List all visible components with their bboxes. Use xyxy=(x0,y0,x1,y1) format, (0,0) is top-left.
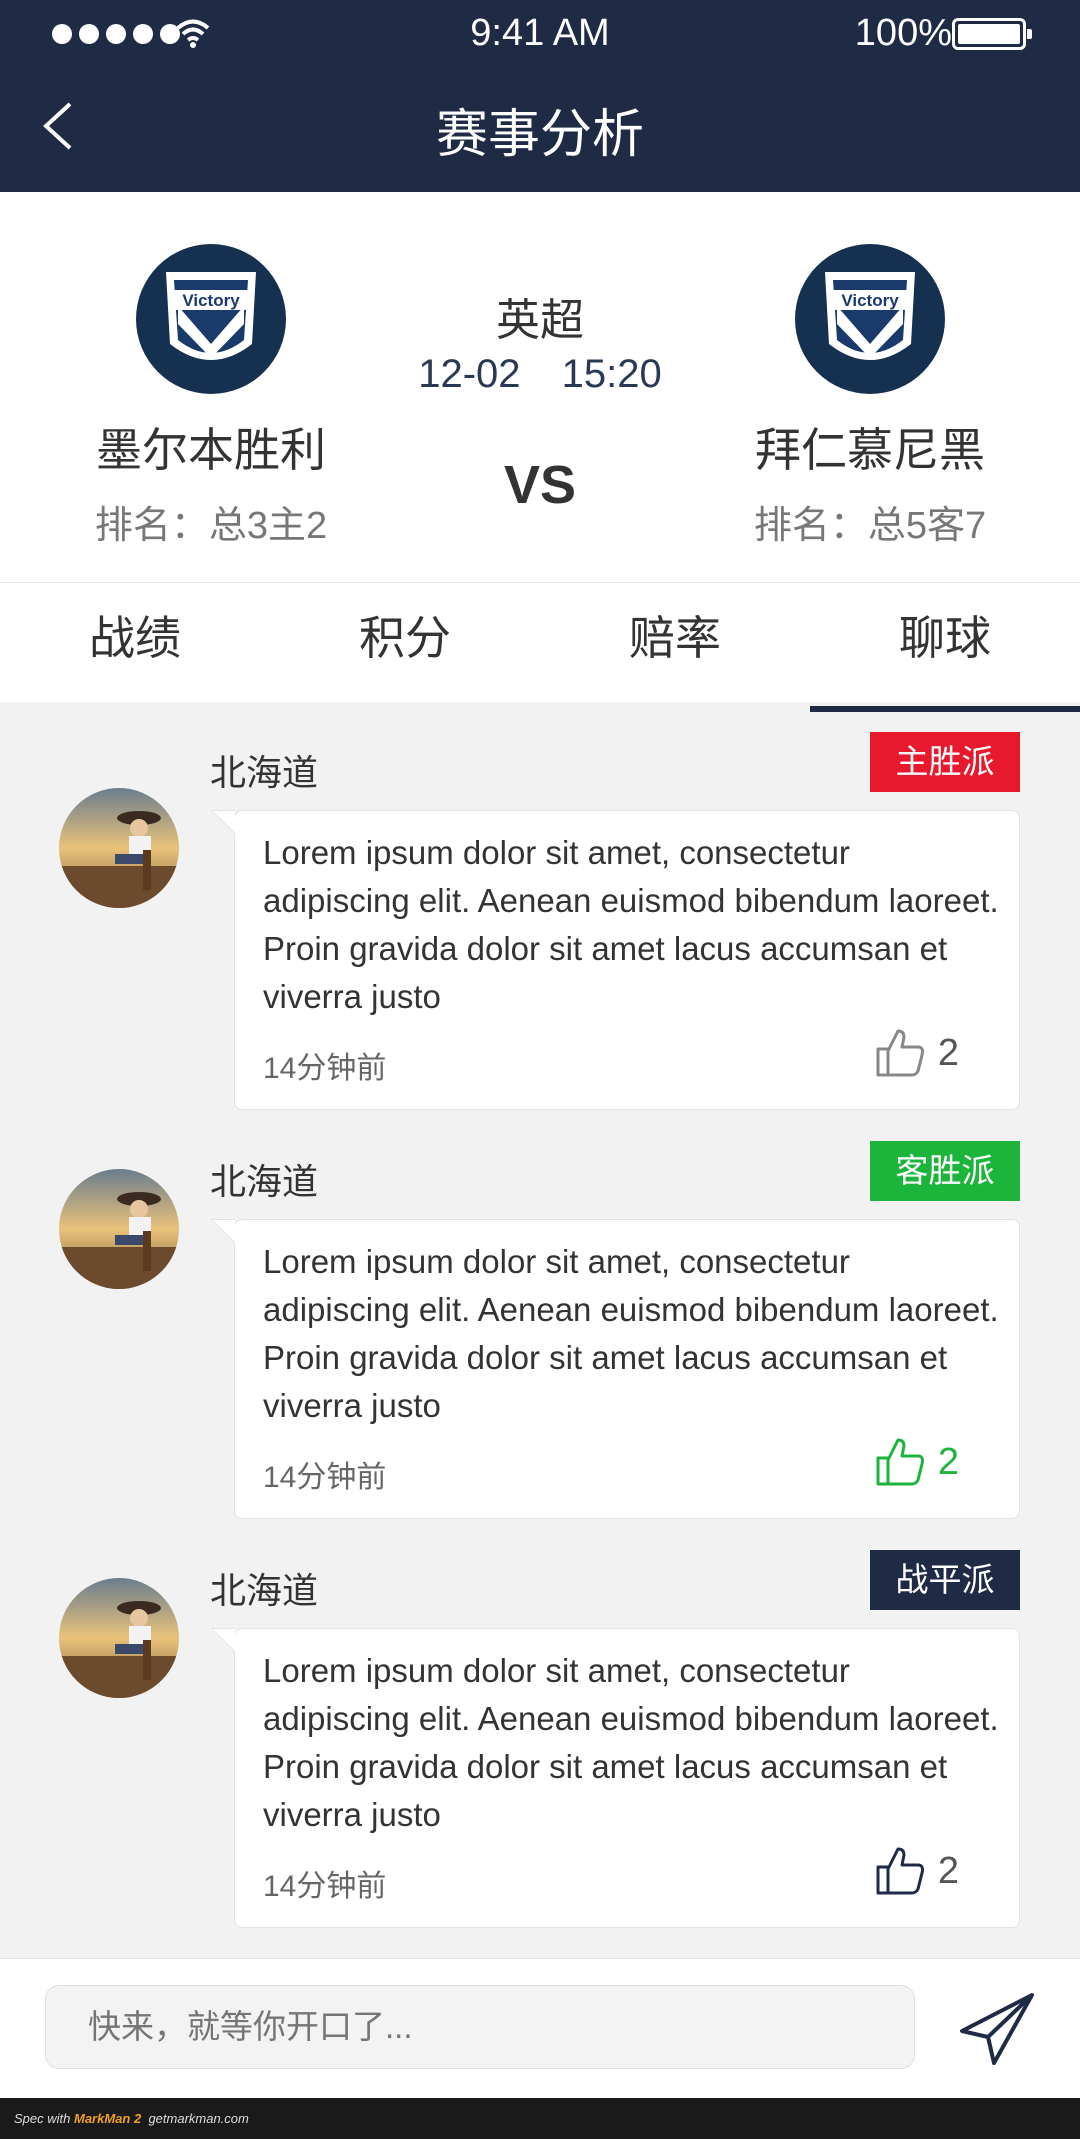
like-count: 2 xyxy=(937,1440,959,1483)
page-title: 赛事分析 xyxy=(435,106,644,164)
battery-icon xyxy=(952,18,1032,50)
prediction-badge: 主胜派 xyxy=(870,732,1020,792)
username[interactable]: 北海道 xyxy=(210,744,318,796)
list-item: 北海道 主胜派 Lorem ipsum dolor sit amet, cons… xyxy=(0,732,1080,1132)
comment-bubble: Lorem ipsum dolor sit amet, consectetur … xyxy=(211,1628,1020,1928)
comment-text: Lorem ipsum dolor sit amet, consectetur … xyxy=(263,1243,999,1424)
prediction-badge: 战平派 xyxy=(870,1550,1020,1610)
like-button[interactable]: 2 xyxy=(874,1436,959,1488)
thumbs-up-icon xyxy=(876,1029,924,1077)
comment-text: Lorem ipsum dolor sit amet, consectetur … xyxy=(263,834,999,1015)
footer-prefix: Spec with xyxy=(14,2111,71,2126)
analysis-tabs: 战绩 积分 赔率 聊球 xyxy=(0,582,1080,712)
comment-time: 14分钟前 xyxy=(263,1052,387,1085)
markman-footer: Spec with MarkMan 2 getmarkman.com xyxy=(0,2098,1080,2139)
away-team-name: 拜仁慕尼黑 xyxy=(755,424,985,476)
thumbs-up-icon xyxy=(876,1847,924,1895)
like-count: 2 xyxy=(937,1849,959,1892)
away-team-logo: Victory xyxy=(795,244,945,394)
avatar[interactable] xyxy=(59,1169,179,1289)
tab-standings[interactable]: 积分 xyxy=(270,583,540,702)
tab-record[interactable]: 战绩 xyxy=(0,583,270,702)
comment-bubble: Lorem ipsum dolor sit amet, consectetur … xyxy=(211,1219,1020,1519)
username[interactable]: 北海道 xyxy=(210,1153,318,1205)
comment-time: 14分钟前 xyxy=(263,1870,387,1903)
match-header: Victory 墨尔本胜利 排名：总3主2 英超 12-02 15:20 VS … xyxy=(0,192,1080,582)
like-button[interactable]: 2 xyxy=(874,1027,959,1079)
thumbs-up-icon xyxy=(876,1438,924,1486)
tab-chat[interactable]: 聊球 xyxy=(810,583,1080,712)
status-bar: 9:41 AM 100% xyxy=(0,0,1080,68)
username[interactable]: 北海道 xyxy=(210,1562,318,1614)
footer-site: getmarkman.com xyxy=(148,2111,249,2126)
avatar[interactable] xyxy=(59,1578,179,1698)
avatar[interactable] xyxy=(59,788,179,908)
comment-bubble: Lorem ipsum dolor sit amet, consectetur … xyxy=(211,810,1020,1110)
list-item: 北海道 战平派 Lorem ipsum dolor sit amet, cons… xyxy=(0,1550,1080,1950)
away-team-rank: 排名：总5客7 xyxy=(753,505,987,547)
match-date: 12-02 xyxy=(418,352,521,396)
comment-input[interactable] xyxy=(45,1985,915,2069)
match-time: 15:20 xyxy=(561,352,662,396)
comment-text: Lorem ipsum dolor sit amet, consectetur … xyxy=(263,1652,999,1833)
footer-brand: MarkMan 2 xyxy=(74,2111,142,2126)
comment-input-bar xyxy=(0,1958,1080,2098)
like-count: 2 xyxy=(937,1031,959,1074)
list-item: 北海道 客胜派 Lorem ipsum dolor sit amet, cons… xyxy=(0,1141,1080,1541)
away-team[interactable]: Victory 拜仁慕尼黑 排名：总5客7 xyxy=(705,244,1035,549)
comment-time: 14分钟前 xyxy=(263,1461,387,1494)
prediction-badge: 客胜派 xyxy=(870,1141,1020,1201)
send-icon[interactable] xyxy=(958,1991,1036,2067)
battery-percent: 100% xyxy=(854,12,952,54)
navigation-bar: 9:41 AM 100% 赛事分析 xyxy=(0,0,1080,192)
tab-odds[interactable]: 赔率 xyxy=(540,583,810,702)
like-button[interactable]: 2 xyxy=(874,1845,959,1897)
svg-text:Victory: Victory xyxy=(841,291,899,310)
